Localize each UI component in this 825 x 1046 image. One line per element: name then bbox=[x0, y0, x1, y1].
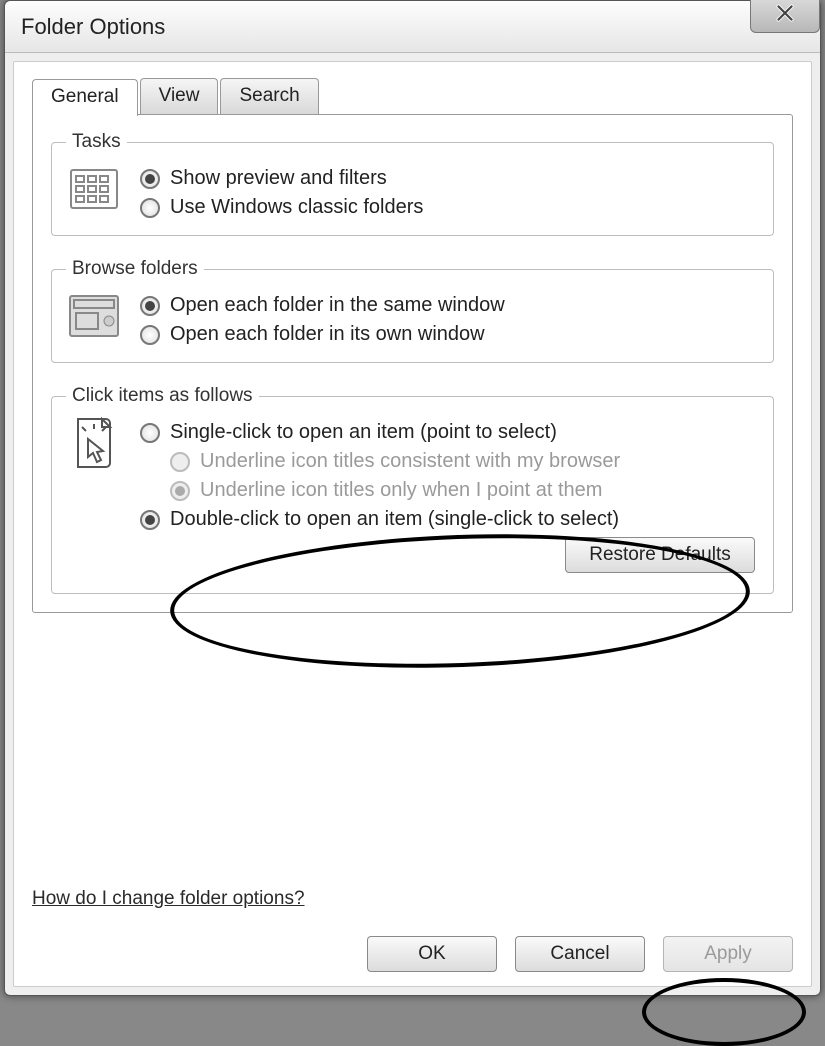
group-tasks: Tasks Show preview and filters bbox=[51, 131, 774, 236]
radio-icon bbox=[170, 452, 190, 472]
titlebar[interactable]: Folder Options bbox=[5, 1, 820, 53]
group-browse-legend: Browse folders bbox=[66, 258, 204, 280]
ok-button[interactable]: OK bbox=[367, 936, 497, 972]
radio-click-single[interactable]: Single-click to open an item (point to s… bbox=[140, 421, 759, 444]
cancel-button[interactable]: Cancel bbox=[515, 936, 645, 972]
tab-search[interactable]: Search bbox=[220, 78, 318, 115]
radio-underline-browser: Underline icon titles consistent with my… bbox=[170, 450, 759, 473]
radio-label: Double-click to open an item (single-cli… bbox=[170, 508, 619, 531]
click-icon bbox=[66, 419, 122, 467]
tab-strip: General View Search bbox=[32, 78, 793, 115]
radio-browse-own[interactable]: Open each folder in its own window bbox=[140, 323, 759, 346]
radio-label: Open each folder in its own window bbox=[170, 323, 485, 346]
group-tasks-legend: Tasks bbox=[66, 131, 127, 153]
tasks-icon bbox=[66, 165, 122, 213]
radio-icon bbox=[140, 325, 160, 345]
radio-label: Show preview and filters bbox=[170, 167, 387, 190]
radio-label: Use Windows classic folders bbox=[170, 196, 423, 219]
radio-tasks-classic[interactable]: Use Windows classic folders bbox=[140, 196, 759, 219]
radio-browse-same[interactable]: Open each folder in the same window bbox=[140, 294, 759, 317]
restore-defaults-button[interactable]: Restore Defaults bbox=[565, 537, 755, 573]
tab-panel-general: Tasks Show preview and filters bbox=[32, 114, 793, 613]
radio-icon bbox=[140, 296, 160, 316]
radio-label: Open each folder in the same window bbox=[170, 294, 505, 317]
help-link[interactable]: How do I change folder options? bbox=[32, 832, 305, 910]
radio-icon bbox=[140, 510, 160, 530]
radio-icon bbox=[140, 169, 160, 189]
group-click: Click items as follows Single- bbox=[51, 385, 774, 594]
radio-click-double[interactable]: Double-click to open an item (single-cli… bbox=[140, 508, 759, 531]
tab-general[interactable]: General bbox=[32, 79, 138, 116]
dialog-buttons: OK Cancel Apply bbox=[32, 910, 793, 972]
group-click-legend: Click items as follows bbox=[66, 385, 259, 407]
apply-button: Apply bbox=[663, 936, 793, 972]
annotation-oval bbox=[642, 978, 806, 1046]
browse-icon bbox=[66, 292, 122, 340]
radio-tasks-preview[interactable]: Show preview and filters bbox=[140, 167, 759, 190]
radio-icon bbox=[140, 198, 160, 218]
radio-label: Single-click to open an item (point to s… bbox=[170, 421, 557, 444]
radio-label: Underline icon titles only when I point … bbox=[200, 479, 602, 502]
close-button[interactable] bbox=[750, 0, 820, 33]
window-title: Folder Options bbox=[21, 14, 165, 40]
client-area: General View Search Tasks bbox=[13, 61, 812, 987]
radio-label: Underline icon titles consistent with my… bbox=[200, 450, 620, 473]
radio-underline-point: Underline icon titles only when I point … bbox=[170, 479, 759, 502]
radio-icon bbox=[170, 481, 190, 501]
folder-options-dialog: Folder Options General View Search Tasks bbox=[4, 0, 821, 996]
tab-view[interactable]: View bbox=[140, 78, 219, 115]
radio-icon bbox=[140, 423, 160, 443]
group-browse: Browse folders Open each folde bbox=[51, 258, 774, 363]
close-icon bbox=[774, 2, 796, 29]
